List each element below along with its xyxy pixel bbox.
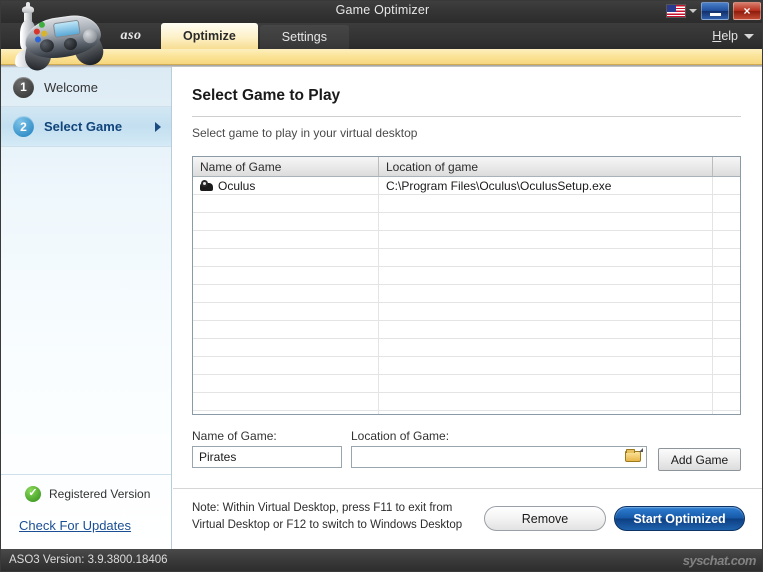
page-title: Select Game to Play: [192, 87, 340, 105]
game-icon: [200, 180, 213, 191]
table-row-empty[interactable]: [193, 375, 740, 393]
table-row-empty[interactable]: [193, 213, 740, 231]
tab-optimize[interactable]: Optimize: [161, 23, 258, 49]
name-field-group: Name of Game:: [192, 429, 342, 468]
table-row-empty[interactable]: [193, 249, 740, 267]
game-optimizer-window: Game Optimizer × aso Optimize: [0, 0, 763, 572]
status-bar: ASO3 Version: 3.9.3800.18406 syschat.com: [1, 549, 763, 571]
start-optimized-button[interactable]: Start Optimized: [614, 506, 745, 531]
name-of-game-label: Name of Game:: [192, 429, 342, 443]
sidebar-footer: ✓ Registered Version Check For Updates: [1, 474, 171, 551]
tab-bar: aso Optimize Settings: [101, 23, 351, 49]
chevron-down-icon: [689, 9, 697, 13]
step-number-badge: 2: [13, 116, 34, 137]
registered-label: Registered Version: [49, 487, 150, 501]
footer-note-line1: Note: Within Virtual Desktop, press F11 …: [192, 502, 452, 514]
close-icon: ×: [743, 5, 750, 17]
table-row[interactable]: Oculus C:\Program Files\Oculus\OculusSetu…: [193, 177, 740, 195]
table-header-row: Name of Game Location of game: [193, 157, 740, 177]
step-number-badge: 1: [13, 77, 34, 98]
table-row-empty[interactable]: [193, 267, 740, 285]
location-of-game-label: Location of Game:: [351, 429, 647, 443]
window-title: Game Optimizer: [1, 3, 763, 17]
table-row-empty[interactable]: [193, 357, 740, 375]
column-header-extra[interactable]: [713, 157, 740, 176]
table-row-empty[interactable]: [193, 231, 740, 249]
chevron-down-icon: [744, 34, 754, 39]
main-content: Select Game to Play Select game to play …: [173, 67, 763, 551]
table-row-empty[interactable]: [193, 303, 740, 321]
table-row-empty[interactable]: [193, 195, 740, 213]
sidebar-item-select-game[interactable]: 2 Select Game: [1, 107, 171, 147]
cell-extra: [713, 177, 740, 194]
registered-status: ✓ Registered Version: [1, 474, 171, 512]
cell-name: Oculus: [193, 177, 379, 194]
help-label: Help: [712, 29, 738, 43]
sidebar-item-label: Welcome: [44, 80, 98, 95]
table-row-empty[interactable]: [193, 393, 740, 411]
table-row-empty[interactable]: [193, 321, 740, 339]
table-row-empty[interactable]: [193, 285, 740, 303]
cell-location: C:\Program Files\Oculus\OculusSetup.exe: [379, 177, 713, 194]
location-of-game-input[interactable]: [351, 446, 647, 468]
column-header-name[interactable]: Name of Game: [193, 157, 379, 176]
remove-button[interactable]: Remove: [484, 506, 606, 531]
footer-note: Note: Within Virtual Desktop, press F11 …: [192, 500, 482, 533]
check-circle-icon: ✓: [25, 486, 41, 502]
tab-settings[interactable]: Settings: [260, 25, 349, 49]
table-body: Oculus C:\Program Files\Oculus\OculusSetu…: [193, 177, 740, 415]
title-divider: [192, 116, 741, 117]
brand-logo-text: aso: [101, 23, 161, 49]
footer-note-line2: Virtual Desktop or F12 to switch to Wind…: [192, 519, 462, 531]
sidebar: 1 Welcome 2 Select Game ✓ Registered Ver…: [1, 67, 172, 551]
page-subtitle: Select game to play in your virtual desk…: [192, 126, 417, 140]
watermark: syschat.com: [683, 553, 756, 568]
column-header-location[interactable]: Location of game: [379, 157, 713, 176]
cell-name-text: Oculus: [218, 179, 255, 193]
folder-open-icon[interactable]: [624, 448, 643, 464]
us-flag-icon: [666, 4, 686, 18]
games-table: Name of Game Location of game Oculus C:\P…: [192, 156, 741, 415]
table-row-empty[interactable]: [193, 411, 740, 415]
check-for-updates-link[interactable]: Check For Updates: [1, 512, 171, 551]
language-selector[interactable]: [666, 4, 697, 18]
sidebar-item-welcome[interactable]: 1 Welcome: [1, 67, 171, 107]
gold-accent-band: [1, 49, 763, 65]
version-label: ASO3 Version: 3.9.3800.18406: [1, 554, 168, 566]
close-button[interactable]: ×: [733, 2, 761, 20]
window-controls: ×: [666, 2, 761, 20]
name-of-game-input[interactable]: [192, 446, 342, 468]
table-row-empty[interactable]: [193, 339, 740, 357]
chevron-right-icon: [155, 122, 161, 132]
minimize-button[interactable]: [701, 2, 729, 20]
title-bar: Game Optimizer ×: [1, 1, 763, 23]
sidebar-item-label: Select Game: [44, 119, 122, 134]
footer-bar: Note: Within Virtual Desktop, press F11 …: [173, 489, 763, 551]
location-field-group: Location of Game:: [351, 429, 647, 468]
help-menu[interactable]: Help: [712, 23, 754, 49]
add-game-button[interactable]: Add Game: [658, 448, 741, 471]
